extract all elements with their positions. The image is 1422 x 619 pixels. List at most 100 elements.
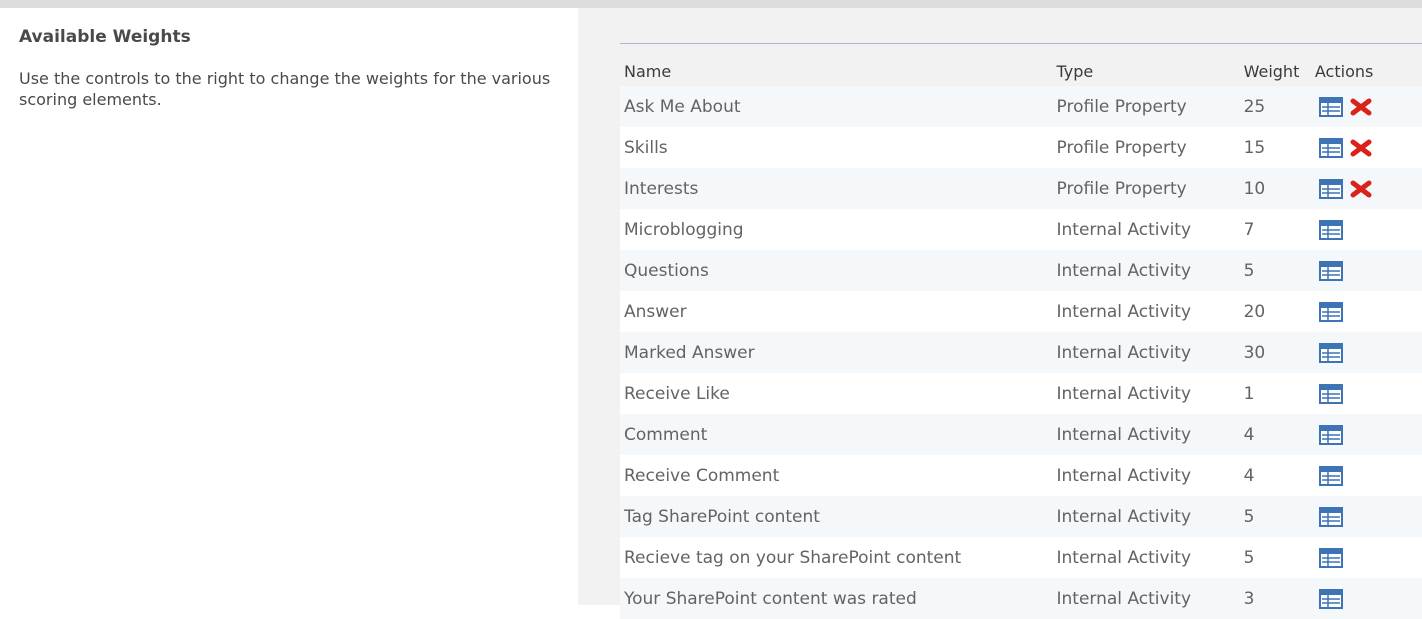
section-description: Use the controls to the right to change … — [19, 69, 551, 109]
table-row: Interests Profile Property 10 — [620, 168, 1422, 209]
cell-type: Internal Activity — [1052, 291, 1240, 332]
edit-icon[interactable] — [1318, 547, 1343, 568]
edit-icon[interactable] — [1318, 465, 1343, 486]
row-actions — [1315, 383, 1422, 404]
table-row: Answer Internal Activity 20 — [620, 291, 1422, 332]
edit-icon[interactable] — [1318, 260, 1343, 281]
column-header-actions: Actions — [1314, 61, 1374, 81]
cell-name: Tag SharePoint content — [620, 496, 1053, 537]
row-actions — [1315, 465, 1422, 486]
edit-icon[interactable] — [1318, 424, 1343, 445]
cell-name: Marked Answer — [620, 332, 1053, 373]
edit-icon[interactable] — [1318, 342, 1343, 363]
table-top-rule — [620, 43, 1422, 44]
cell-type: Profile Property — [1052, 168, 1240, 209]
weights-panel: Name Type Weight Actions Ask Me About Pro… — [578, 8, 1422, 619]
cell-type: Internal Activity — [1052, 209, 1240, 250]
cell-actions — [1310, 332, 1422, 373]
edit-icon[interactable] — [1318, 96, 1343, 117]
row-actions — [1315, 137, 1422, 158]
cell-actions — [1310, 127, 1422, 168]
column-header-type: Type — [1056, 61, 1094, 81]
cell-name: Answer — [620, 291, 1053, 332]
row-actions — [1315, 178, 1422, 199]
cell-weight: 4 — [1239, 455, 1311, 496]
cell-name: Comment — [620, 414, 1053, 455]
delete-icon[interactable] — [1349, 97, 1373, 117]
cell-actions — [1310, 455, 1422, 496]
cell-actions — [1310, 373, 1422, 414]
column-header-name: Name — [624, 61, 672, 81]
section-title: Available Weights — [19, 27, 191, 47]
cell-weight: 7 — [1239, 209, 1311, 250]
edit-icon[interactable] — [1318, 178, 1343, 199]
weights-table: Name Type Weight Actions Ask Me About Pro… — [620, 56, 1422, 619]
table-row: Recieve tag on your SharePoint content In… — [620, 537, 1422, 578]
cell-weight: 5 — [1239, 496, 1311, 537]
table-row: Questions Internal Activity 5 — [620, 250, 1422, 291]
table-row: Microblogging Internal Activity 7 — [620, 209, 1422, 250]
edit-icon[interactable] — [1318, 301, 1343, 322]
cell-type: Internal Activity — [1052, 414, 1240, 455]
cell-name: Recieve tag on your SharePoint content — [620, 537, 1053, 578]
cell-weight: 10 — [1239, 168, 1311, 209]
table-header-row: Name Type Weight Actions — [620, 56, 1422, 86]
delete-icon[interactable] — [1349, 138, 1373, 158]
cell-actions — [1310, 414, 1422, 455]
top-divider — [0, 0, 1422, 8]
table-row: Receive Comment Internal Activity 4 — [620, 455, 1422, 496]
row-actions — [1315, 96, 1422, 117]
edit-icon[interactable] — [1318, 383, 1343, 404]
edit-icon[interactable] — [1318, 588, 1343, 609]
edit-icon[interactable] — [1318, 137, 1343, 158]
cell-weight: 5 — [1239, 250, 1311, 291]
cell-type: Internal Activity — [1052, 537, 1240, 578]
table-row: Comment Internal Activity 4 — [620, 414, 1422, 455]
table-row: Ask Me About Profile Property 25 — [620, 86, 1422, 127]
cell-type: Internal Activity — [1052, 578, 1240, 619]
cell-name: Ask Me About — [620, 86, 1053, 127]
cell-type: Internal Activity — [1052, 455, 1240, 496]
cell-name: Skills — [620, 127, 1053, 168]
cell-weight: 1 — [1239, 373, 1311, 414]
table-row: Skills Profile Property 15 — [620, 127, 1422, 168]
cell-type: Profile Property — [1052, 86, 1240, 127]
cell-weight: 25 — [1239, 86, 1311, 127]
cell-type: Internal Activity — [1052, 332, 1240, 373]
cell-weight: 3 — [1239, 578, 1311, 619]
cell-actions — [1310, 537, 1422, 578]
table-row: Marked Answer Internal Activity 30 — [620, 332, 1422, 373]
cell-weight: 15 — [1239, 127, 1311, 168]
row-actions — [1315, 547, 1422, 568]
weights-table-body: Ask Me About Profile Property 25 Skills Prof… — [620, 86, 1422, 619]
cell-type: Profile Property — [1052, 127, 1240, 168]
cell-weight: 30 — [1239, 332, 1311, 373]
table-row: Receive Like Internal Activity 1 — [620, 373, 1422, 414]
row-actions — [1315, 301, 1422, 322]
cell-actions — [1310, 291, 1422, 332]
cell-name: Receive Comment — [620, 455, 1053, 496]
cell-weight: 5 — [1239, 537, 1311, 578]
cell-type: Internal Activity — [1052, 373, 1240, 414]
column-header-weight: Weight — [1243, 61, 1300, 81]
table-row: Tag SharePoint content Internal Activity 5 — [620, 496, 1422, 537]
edit-icon[interactable] — [1318, 219, 1343, 240]
row-actions — [1315, 260, 1422, 281]
row-actions — [1315, 588, 1422, 609]
cell-actions — [1310, 496, 1422, 537]
cell-actions — [1310, 578, 1422, 619]
section-info-panel: Available Weights Use the controls to th… — [0, 8, 578, 605]
cell-name: Questions — [620, 250, 1053, 291]
cell-name: Your SharePoint content was rated — [620, 578, 1053, 619]
cell-actions — [1310, 168, 1422, 209]
cell-name: Receive Like — [620, 373, 1053, 414]
cell-name: Interests — [620, 168, 1053, 209]
cell-actions — [1310, 86, 1422, 127]
row-actions — [1315, 219, 1422, 240]
cell-name: Microblogging — [620, 209, 1053, 250]
row-actions — [1315, 342, 1422, 363]
cell-type: Internal Activity — [1052, 496, 1240, 537]
cell-actions — [1310, 209, 1422, 250]
edit-icon[interactable] — [1318, 506, 1343, 527]
delete-icon[interactable] — [1349, 179, 1373, 199]
